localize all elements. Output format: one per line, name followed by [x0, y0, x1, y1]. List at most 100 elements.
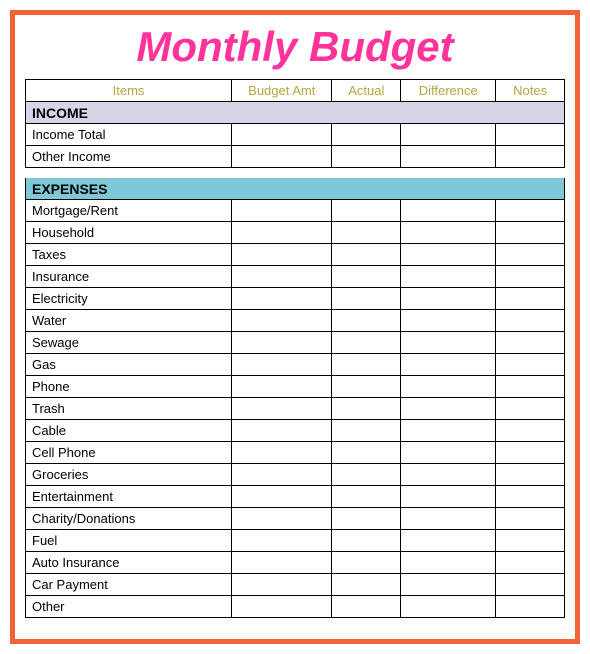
- item-label: Cable: [26, 420, 232, 442]
- difference-cell: [401, 354, 496, 376]
- empty-row: [26, 168, 565, 178]
- notes-cell: [496, 288, 565, 310]
- budget-table: Items Budget Amt Actual Difference Notes…: [25, 79, 565, 618]
- section-header-income: INCOME: [26, 102, 565, 124]
- item-label: Sewage: [26, 332, 232, 354]
- page-container: Monthly Budget Items Budget Amt Actual D…: [10, 10, 580, 644]
- notes-cell: [496, 222, 565, 244]
- difference-cell: [401, 464, 496, 486]
- budget-amt-cell: [232, 244, 332, 266]
- notes-cell: [496, 200, 565, 222]
- actual-cell: [332, 376, 401, 398]
- table-row: Insurance: [26, 266, 565, 288]
- budget-amt-cell: [232, 398, 332, 420]
- table-row: Entertainment: [26, 486, 565, 508]
- difference-cell: [401, 310, 496, 332]
- difference-cell: [401, 124, 496, 146]
- difference-cell: [401, 244, 496, 266]
- section-label: INCOME: [26, 102, 565, 124]
- item-label: Other: [26, 596, 232, 618]
- item-label: Groceries: [26, 464, 232, 486]
- difference-cell: [401, 146, 496, 168]
- table-row: Fuel: [26, 530, 565, 552]
- col-header-budget: Budget Amt: [232, 80, 332, 102]
- col-header-items: Items: [26, 80, 232, 102]
- notes-cell: [496, 420, 565, 442]
- actual-cell: [332, 244, 401, 266]
- col-header-actual: Actual: [332, 80, 401, 102]
- item-label: Mortgage/Rent: [26, 200, 232, 222]
- table-row: Household: [26, 222, 565, 244]
- item-label: Other Income: [26, 146, 232, 168]
- budget-amt-cell: [232, 124, 332, 146]
- table-row: Water: [26, 310, 565, 332]
- item-label: Insurance: [26, 266, 232, 288]
- item-label: Income Total: [26, 124, 232, 146]
- actual-cell: [332, 200, 401, 222]
- actual-cell: [332, 354, 401, 376]
- difference-cell: [401, 398, 496, 420]
- table-row: Gas: [26, 354, 565, 376]
- actual-cell: [332, 146, 401, 168]
- actual-cell: [332, 486, 401, 508]
- notes-cell: [496, 354, 565, 376]
- difference-cell: [401, 508, 496, 530]
- notes-cell: [496, 310, 565, 332]
- item-label: Auto Insurance: [26, 552, 232, 574]
- notes-cell: [496, 508, 565, 530]
- notes-cell: [496, 530, 565, 552]
- budget-amt-cell: [232, 552, 332, 574]
- actual-cell: [332, 508, 401, 530]
- actual-cell: [332, 332, 401, 354]
- difference-cell: [401, 486, 496, 508]
- budget-amt-cell: [232, 310, 332, 332]
- notes-cell: [496, 398, 565, 420]
- budget-amt-cell: [232, 332, 332, 354]
- item-label: Electricity: [26, 288, 232, 310]
- col-header-notes: Notes: [496, 80, 565, 102]
- difference-cell: [401, 376, 496, 398]
- budget-amt-cell: [232, 464, 332, 486]
- item-label: Cell Phone: [26, 442, 232, 464]
- table-row: Cell Phone: [26, 442, 565, 464]
- item-label: Fuel: [26, 530, 232, 552]
- difference-cell: [401, 200, 496, 222]
- table-row: Charity/Donations: [26, 508, 565, 530]
- difference-cell: [401, 222, 496, 244]
- budget-amt-cell: [232, 596, 332, 618]
- notes-cell: [496, 596, 565, 618]
- difference-cell: [401, 420, 496, 442]
- actual-cell: [332, 574, 401, 596]
- budget-amt-cell: [232, 200, 332, 222]
- actual-cell: [332, 442, 401, 464]
- actual-cell: [332, 530, 401, 552]
- budget-amt-cell: [232, 508, 332, 530]
- budget-amt-cell: [232, 420, 332, 442]
- table-row: Sewage: [26, 332, 565, 354]
- difference-cell: [401, 288, 496, 310]
- table-row: Income Total: [26, 124, 565, 146]
- item-label: Entertainment: [26, 486, 232, 508]
- table-row: Other: [26, 596, 565, 618]
- table-row: Mortgage/Rent: [26, 200, 565, 222]
- budget-amt-cell: [232, 376, 332, 398]
- budget-amt-cell: [232, 574, 332, 596]
- section-label: EXPENSES: [26, 178, 565, 200]
- actual-cell: [332, 464, 401, 486]
- notes-cell: [496, 486, 565, 508]
- difference-cell: [401, 266, 496, 288]
- item-label: Household: [26, 222, 232, 244]
- difference-cell: [401, 442, 496, 464]
- actual-cell: [332, 266, 401, 288]
- table-row: Other Income: [26, 146, 565, 168]
- actual-cell: [332, 398, 401, 420]
- section-header-expenses: EXPENSES: [26, 178, 565, 200]
- difference-cell: [401, 332, 496, 354]
- table-row: Phone: [26, 376, 565, 398]
- difference-cell: [401, 552, 496, 574]
- actual-cell: [332, 222, 401, 244]
- item-label: Charity/Donations: [26, 508, 232, 530]
- budget-amt-cell: [232, 354, 332, 376]
- table-row: Groceries: [26, 464, 565, 486]
- item-label: Car Payment: [26, 574, 232, 596]
